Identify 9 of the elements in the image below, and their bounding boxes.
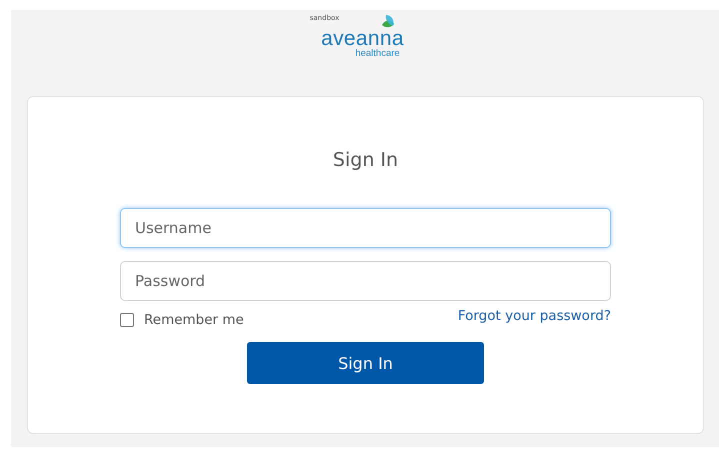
logo-tagline: healthcare	[355, 48, 400, 59]
remember-checkbox[interactable]	[120, 313, 134, 327]
sign-in-button[interactable]: Sign In	[247, 342, 484, 384]
username-field[interactable]: Username	[120, 208, 611, 248]
forgot-password-link[interactable]: Forgot your password?	[458, 308, 611, 324]
remember-label: Remember me	[144, 312, 244, 328]
logo-wordmark: aveanna	[321, 30, 404, 48]
password-field[interactable]: Password	[120, 261, 611, 301]
form-title: Sign In	[332, 149, 398, 171]
